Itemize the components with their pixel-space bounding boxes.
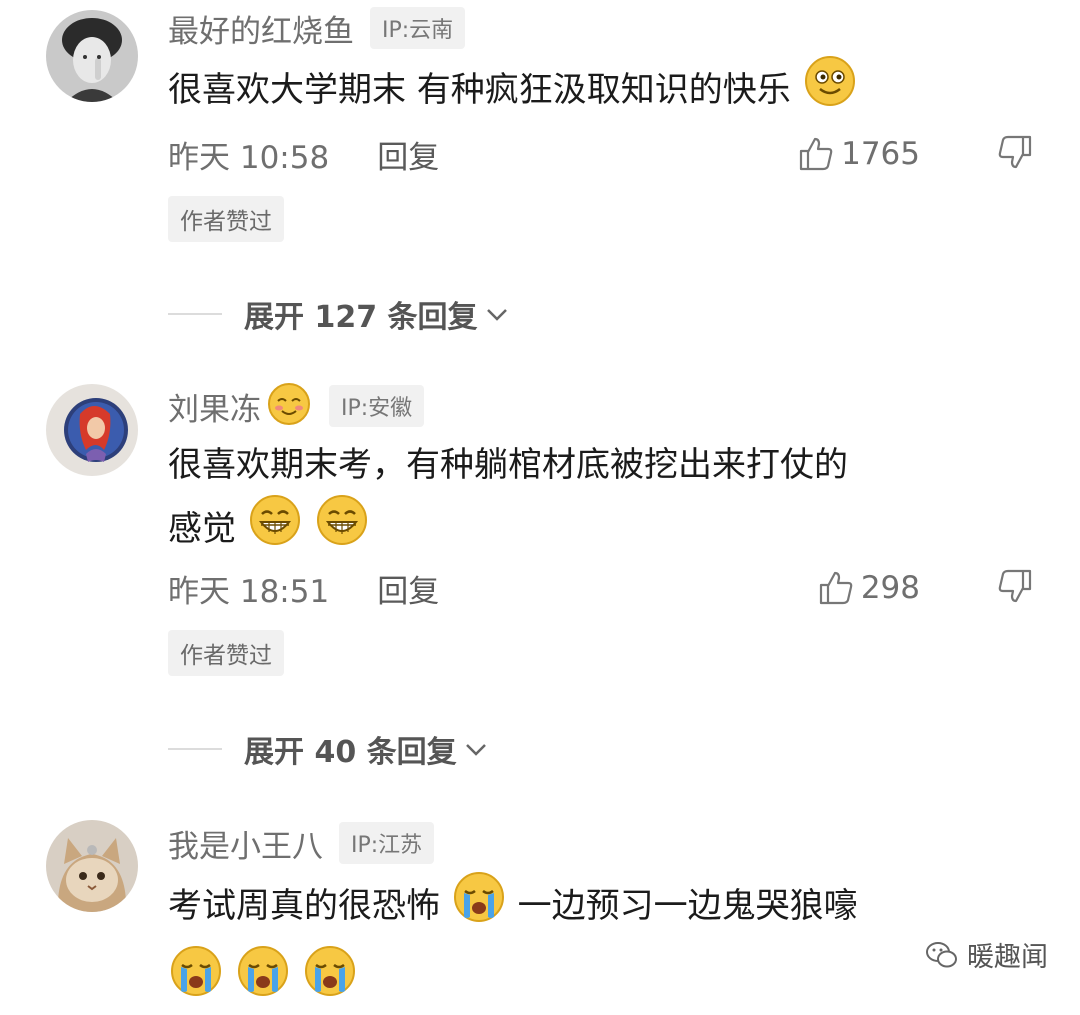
- avatar[interactable]: [46, 384, 138, 476]
- avatar[interactable]: [46, 10, 138, 102]
- thumb-down-icon: [998, 569, 1032, 603]
- username[interactable]: 最好的红烧鱼: [168, 6, 354, 51]
- ip-location-tag: IP:安徽: [329, 385, 425, 427]
- crying-emoji-icon: [170, 945, 222, 1015]
- username[interactable]: 刘果冻: [168, 384, 261, 429]
- comment-time: 昨天 10:58: [168, 139, 330, 176]
- ip-location-tag: IP:江苏: [339, 822, 435, 864]
- comment-text-content: 感觉: [168, 509, 236, 549]
- grin-emoji-icon: [316, 494, 368, 564]
- expand-replies-button[interactable]: 展开 40 条回复: [168, 727, 491, 771]
- comment-text-line: 考试周真的很恐怖 一边预习一边鬼哭狼嚎: [168, 871, 1028, 941]
- expand-replies-label: 展开 127 条回复: [244, 300, 478, 335]
- watermark-text: 暖趣闻: [967, 942, 1048, 973]
- comment-text: 很喜欢大学期末 有种疯狂汲取知识的快乐: [168, 55, 1028, 125]
- expand-replies-button[interactable]: 展开 127 条回复: [168, 292, 512, 336]
- like-count: 298: [860, 570, 920, 606]
- chevron-down-icon: [465, 744, 486, 756]
- like-button[interactable]: 298: [817, 569, 920, 607]
- comment-text-line: 感觉: [168, 494, 1028, 564]
- comment-text-line: 很喜欢期末考，有种躺棺材底被挖出来打仗的: [168, 445, 848, 485]
- crying-emoji-icon: [304, 945, 356, 1015]
- crying-emoji-icon: [237, 945, 289, 1015]
- comment-text: 很喜欢期末考，有种躺棺材底被挖出来打仗的 感觉: [168, 436, 1028, 564]
- thumb-up-icon: [799, 137, 833, 171]
- dislike-button[interactable]: [996, 567, 1034, 609]
- reply-button[interactable]: 回复: [377, 132, 439, 177]
- expand-replies-label: 展开 40 条回复: [244, 735, 457, 770]
- comment-text-content: 很喜欢大学期末 有种疯狂汲取知识的快乐: [168, 70, 791, 110]
- comment-text: 考试周真的很恐怖 一边预习一边鬼哭狼嚎: [168, 871, 1028, 1015]
- avatar[interactable]: [46, 820, 138, 912]
- author-liked-badge: 作者赞过: [168, 630, 284, 676]
- divider: [168, 313, 222, 315]
- divider: [168, 748, 222, 750]
- dislike-button[interactable]: [996, 133, 1034, 175]
- comment-time: 昨天 18:51: [168, 573, 330, 610]
- wechat-icon: [926, 941, 957, 967]
- crying-emoji-icon: [453, 871, 505, 941]
- shy-smile-emoji-icon: [267, 382, 311, 430]
- ip-location-tag: IP:云南: [370, 7, 466, 49]
- like-count: 1765: [841, 136, 920, 172]
- like-button[interactable]: 1765: [797, 135, 920, 173]
- thumb-up-icon: [819, 571, 853, 605]
- chevron-down-icon: [486, 309, 507, 321]
- reply-button[interactable]: 回复: [377, 566, 439, 611]
- username[interactable]: 我是小王八: [168, 821, 323, 866]
- smile-emoji-icon: [804, 55, 856, 125]
- watermark: 暖趣闻: [925, 935, 1048, 974]
- comment-text-content: 考试周真的很恐怖: [168, 886, 440, 926]
- thumb-down-icon: [998, 135, 1032, 169]
- comment-text-line: [168, 945, 1028, 1015]
- comment-text-content: 一边预习一边鬼哭狼嚎: [517, 886, 858, 926]
- grin-emoji-icon: [249, 494, 301, 564]
- author-liked-badge: 作者赞过: [168, 196, 284, 242]
